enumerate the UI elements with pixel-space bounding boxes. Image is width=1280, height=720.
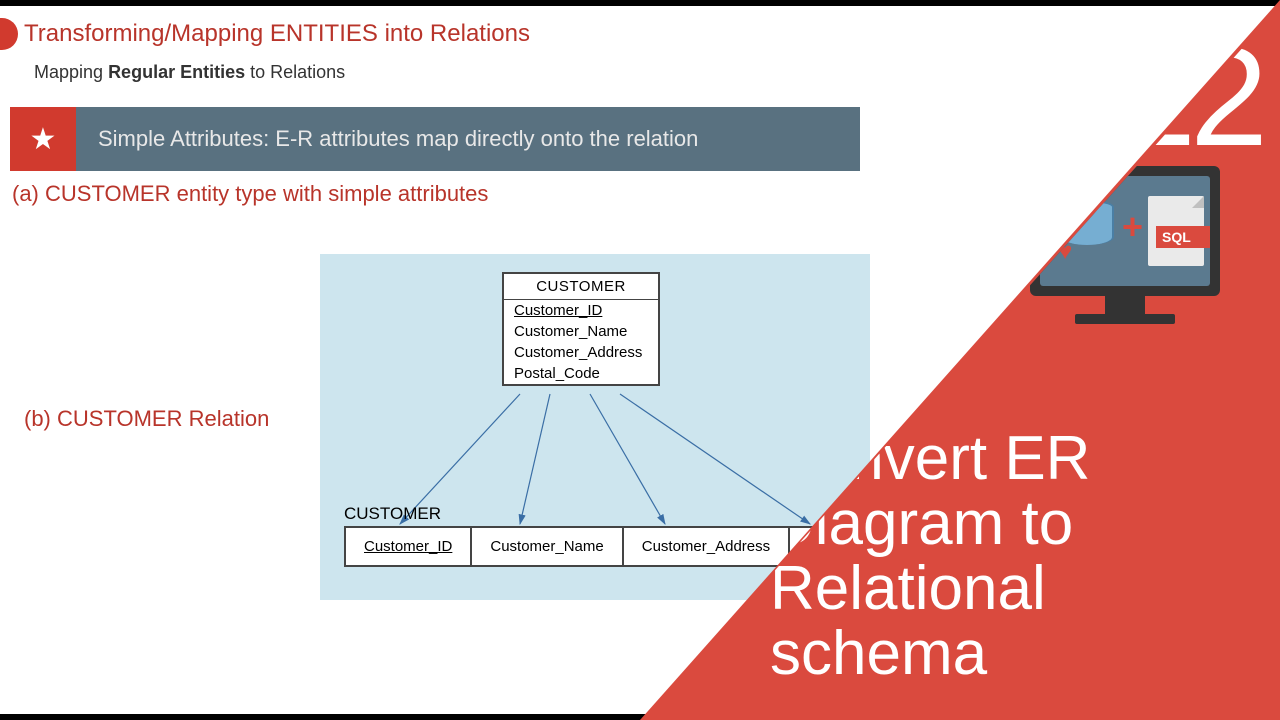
relation-name: CUSTOMER — [344, 504, 441, 524]
entity-attr-2: Postal_Code — [504, 363, 658, 384]
relation-col-1: Customer_Name — [472, 526, 623, 567]
slide-content: Transforming/Mapping ENTITIES into Relat… — [0, 6, 870, 215]
subtitle-prefix: Mapping — [34, 62, 108, 82]
entity-pk: Customer_ID — [504, 299, 658, 321]
callout-text: Simple Attributes: E-R attributes map di… — [76, 107, 860, 171]
callout-bar: ★ Simple Attributes: E-R attributes map … — [10, 107, 860, 171]
section-a-label: (a) CUSTOMER entity type with simple att… — [12, 181, 858, 207]
heart-icon: ♥ — [1058, 238, 1072, 266]
sql-badge: SQL — [1156, 226, 1210, 248]
entity-attr-1: Customer_Address — [504, 342, 658, 363]
entity-attr-0: Customer_Name — [504, 321, 658, 342]
title-accent-tab — [0, 18, 18, 50]
subtitle-suffix: to Relations — [245, 62, 345, 82]
plus-icon: + — [1122, 206, 1143, 248]
star-icon: ★ — [10, 107, 76, 171]
sql-doc-icon: SQL — [1148, 196, 1204, 266]
entity-box: CUSTOMER Customer_ID Customer_Name Custo… — [502, 272, 660, 386]
entity-name: CUSTOMER — [504, 274, 658, 299]
episode-number: 22 — [1118, 16, 1262, 178]
slide-subtitle: Mapping Regular Entities to Relations — [34, 62, 870, 83]
diagram-area: CUSTOMER Customer_ID Customer_Name Custo… — [320, 254, 870, 600]
section-b-label: (b) CUSTOMER Relation — [24, 406, 269, 432]
relation-col-0: Customer_ID — [344, 526, 472, 567]
subtitle-bold: Regular Entities — [108, 62, 245, 82]
slide-title: Transforming/Mapping ENTITIES into Relat… — [24, 20, 530, 48]
relation-col-2: Customer_Address — [624, 526, 790, 567]
monitor-icon: ♥ + SQL — [1030, 166, 1220, 336]
